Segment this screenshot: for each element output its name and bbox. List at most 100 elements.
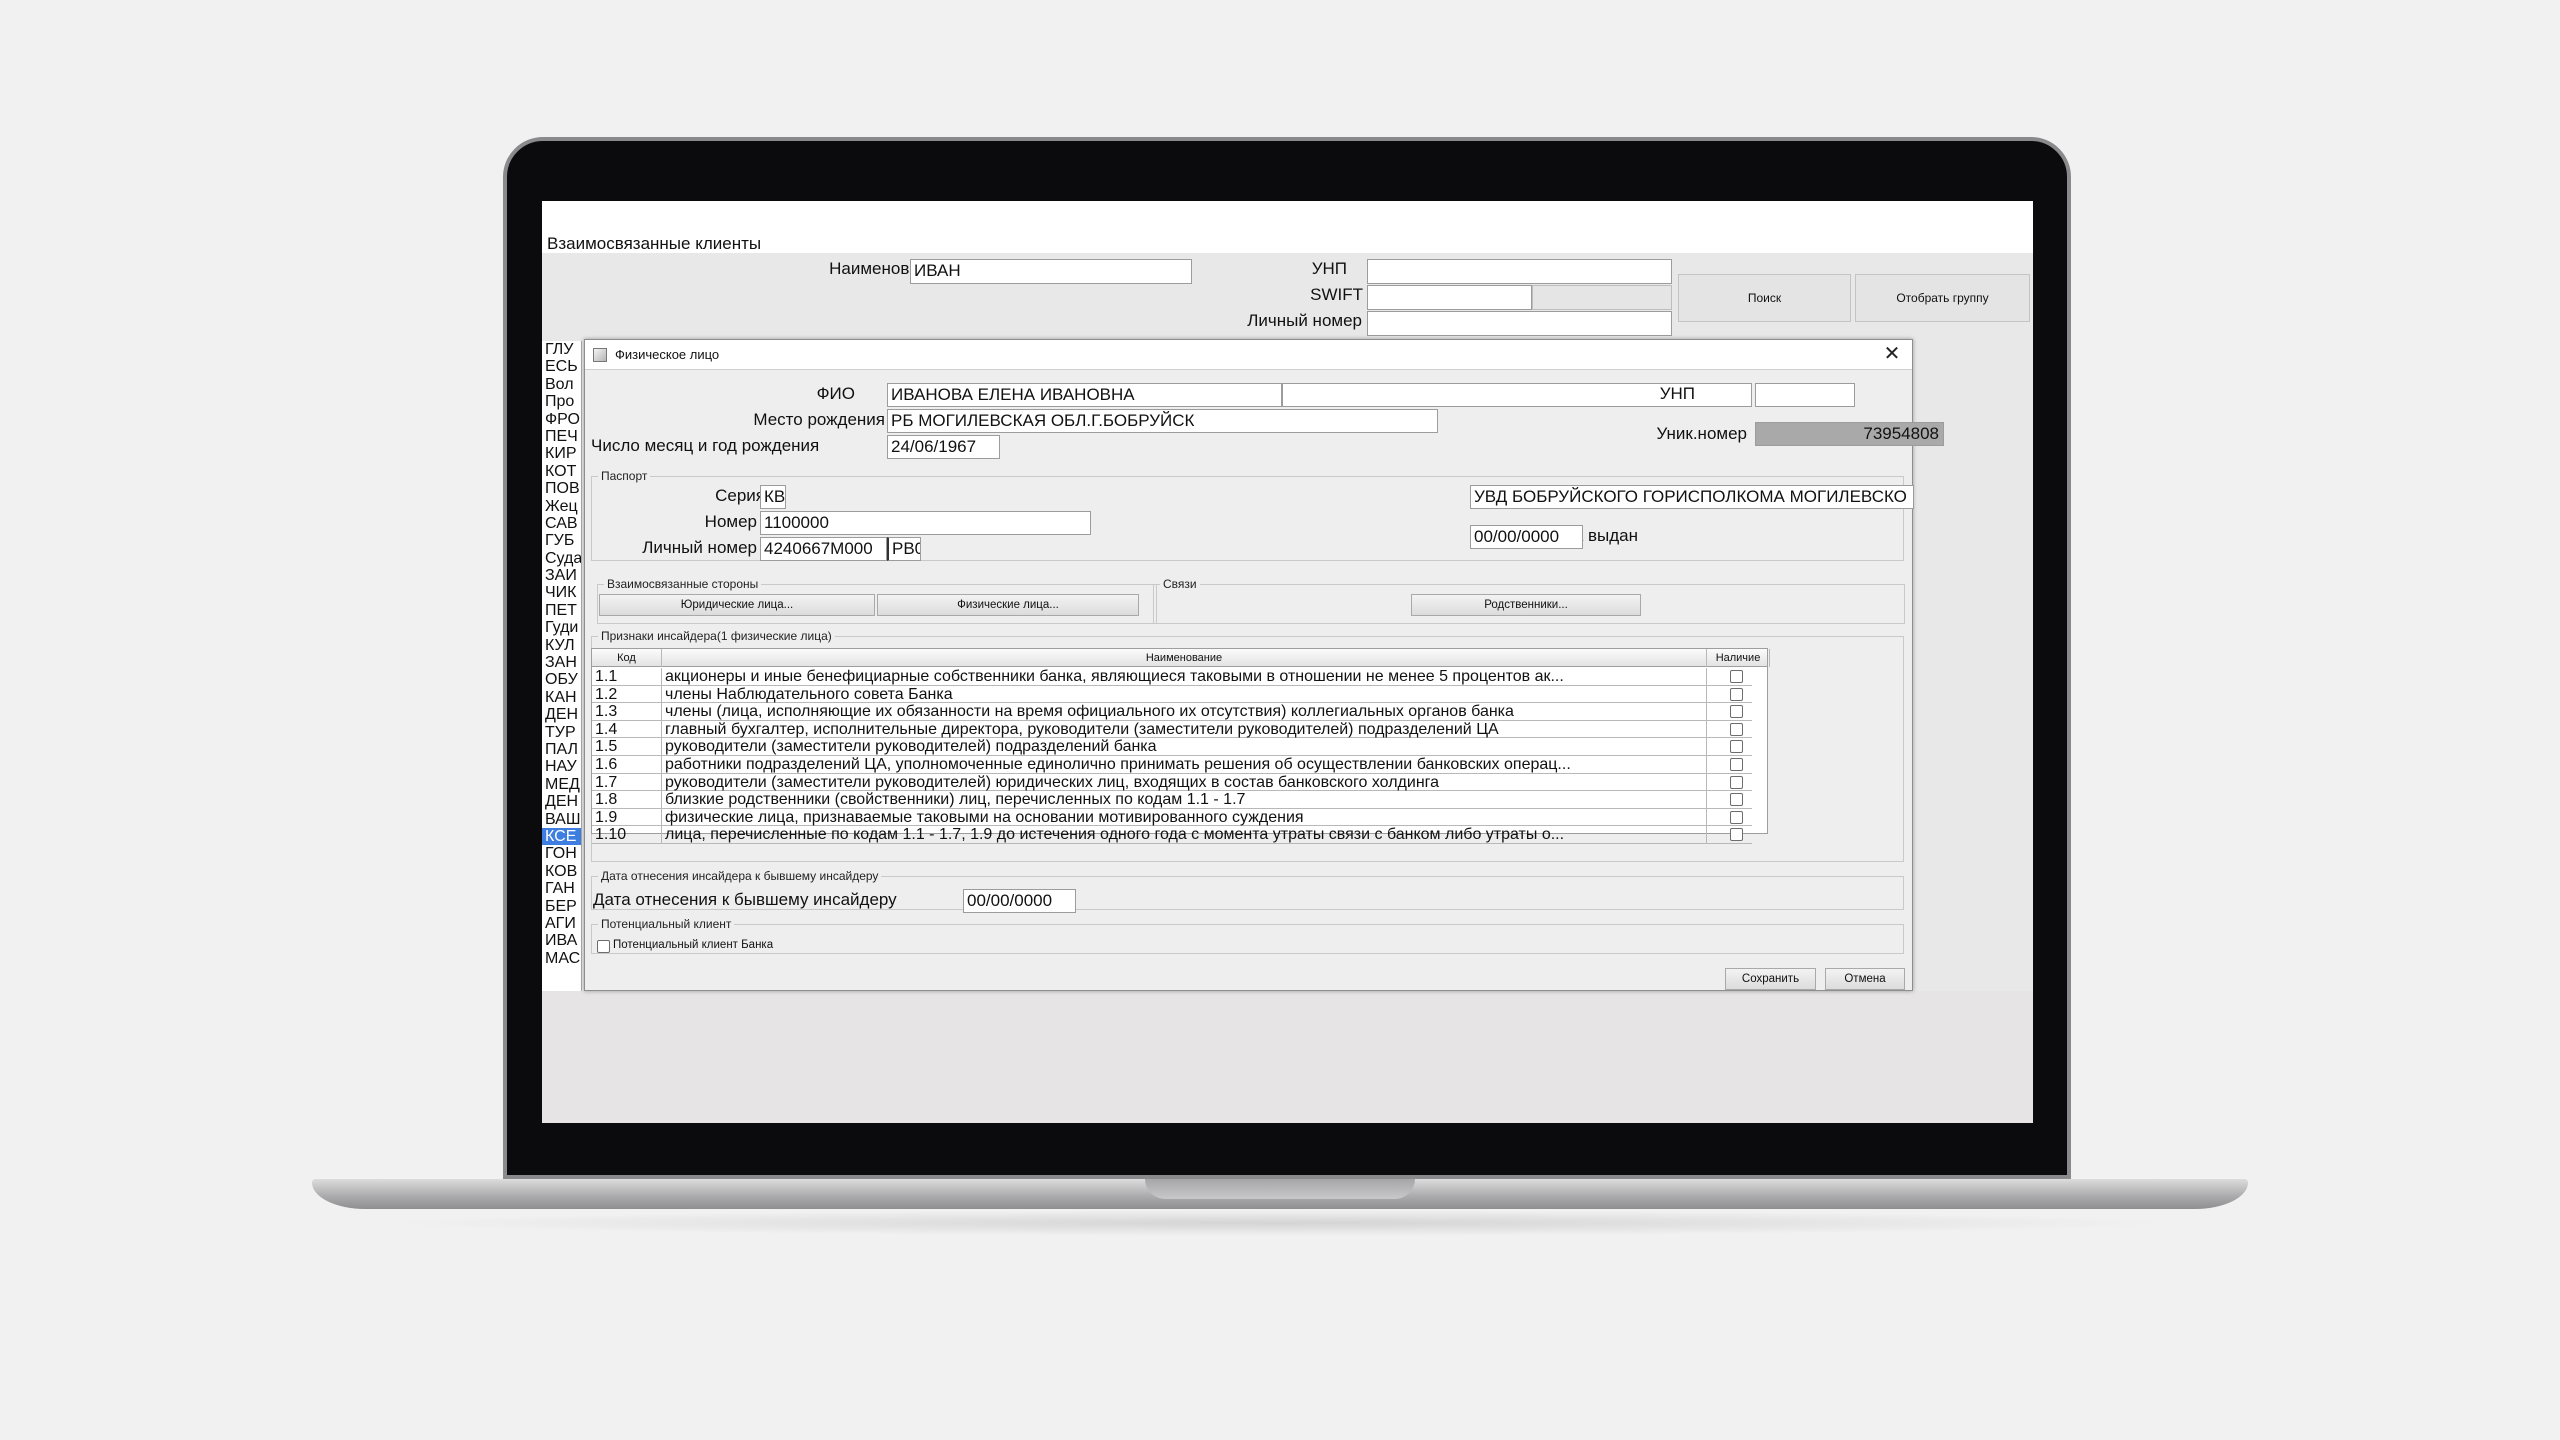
client-list-item[interactable]: ГОН	[542, 845, 581, 862]
insider-code-cell: 1.7	[592, 773, 662, 791]
insider-name-cell: акционеры и иные бенефициарные собственн…	[662, 668, 1707, 685]
table-row[interactable]: 1.10 лица, перечисленные по кодам 1.1 - 1…	[592, 826, 1752, 844]
client-list[interactable]: ГЛУ ЕСЬ Вол Про ФРО ПЕЧ КИР КОТ ПОВ Жец САВ ГУБ Суда…	[542, 341, 582, 991]
column-header-code[interactable]: Код	[592, 649, 662, 667]
client-list-item[interactable]: ГУБ	[542, 532, 581, 549]
client-list-item[interactable]: Про	[542, 393, 581, 410]
client-list-item[interactable]: Суда	[542, 550, 581, 567]
unp-input[interactable]	[1367, 259, 1672, 284]
client-list-item[interactable]: Гуди	[542, 619, 581, 636]
client-list-item[interactable]: ЧИК	[542, 584, 581, 601]
passport-number-label: Номер	[704, 512, 757, 531]
search-button[interactable]: Поиск	[1678, 274, 1851, 322]
passport-personal-number-suffix[interactable]: PB0	[887, 537, 921, 561]
client-list-item[interactable]: КУЛ	[542, 637, 581, 654]
insider-presence-checkbox[interactable]	[1730, 810, 1743, 824]
table-row[interactable]: 1.7 руководители (заместители руководител…	[592, 773, 1752, 792]
insider-code-cell: 1.1	[592, 668, 662, 685]
series-input[interactable]: КВ	[760, 485, 786, 509]
client-list-item[interactable]: ЕСЬ	[542, 358, 581, 375]
birthplace-label: Место рождения	[753, 410, 885, 429]
legal-entities-button[interactable]: Юридические лица...	[599, 594, 875, 616]
client-list-item[interactable]: САВ	[542, 515, 581, 532]
client-list-item[interactable]: ГЛУ	[542, 341, 581, 358]
client-list-item[interactable]: НАУ	[542, 758, 581, 775]
save-button[interactable]: Сохранить	[1725, 968, 1816, 990]
relatives-button[interactable]: Родственники...	[1411, 594, 1641, 616]
client-list-item[interactable]: КОВ	[542, 863, 581, 880]
select-group-button[interactable]: Отобрать группу	[1855, 274, 2030, 322]
insider-code-cell: 1.10	[592, 826, 662, 844]
client-list-item[interactable]: ПЕТ	[542, 602, 581, 619]
table-row[interactable]: 1.4 главный бухгалтер, исполнительные дир…	[592, 720, 1752, 739]
swift-input[interactable]	[1367, 285, 1532, 310]
client-list-item[interactable]: ЗАН	[542, 654, 581, 671]
table-row[interactable]: 1.9 физические лица, признаваемые таковым…	[592, 808, 1752, 827]
potential-client-group: Потенциальный клиент	[591, 917, 1904, 954]
physical-persons-button[interactable]: Физические лица...	[877, 594, 1139, 616]
table-row[interactable]: 1.2 члены Наблюдательного совета Банка	[592, 685, 1752, 704]
insider-name-cell: руководители (заместители руководителей)…	[662, 738, 1707, 756]
table-row[interactable]: 1.6 работники подразделений ЦА, уполномоч…	[592, 756, 1752, 774]
insider-code-cell: 1.2	[592, 685, 662, 703]
table-row[interactable]: 1.5 руководители (заместители руководител…	[592, 738, 1752, 756]
client-list-item[interactable]: ОБУ	[542, 671, 581, 688]
column-header-name[interactable]: Наименование	[662, 649, 1707, 667]
insider-presence-checkbox[interactable]	[1730, 705, 1743, 719]
table-row[interactable]: 1.3 члены (лица, исполняющие их обязаннос…	[592, 703, 1752, 721]
client-list-item[interactable]: ДЕН	[542, 793, 581, 810]
insider-presence-checkbox[interactable]	[1730, 740, 1743, 754]
physical-person-dialog: Физическое лицо ✕ ФИО ИВАНОВА ЕЛЕНА ИВАН…	[584, 339, 1944, 991]
insider-presence-checkbox[interactable]	[1730, 793, 1743, 807]
client-list-item[interactable]: КАН	[542, 689, 581, 706]
table-row[interactable]: 1.8 близкие родственники (свойственники) …	[592, 791, 1752, 809]
issued-date-input[interactable]: 00/00/0000	[1470, 525, 1583, 549]
birthdate-input[interactable]: 24/06/1967	[887, 435, 1000, 459]
client-list-item[interactable]: КИР	[542, 445, 581, 462]
client-list-item[interactable]: ФРО	[542, 411, 581, 428]
insider-presence-checkbox[interactable]	[1730, 758, 1743, 771]
insider-name-cell: члены Наблюдательного совета Банка	[662, 685, 1707, 703]
client-list-item[interactable]: ЗАИ	[542, 567, 581, 584]
insider-name-cell: работники подразделений ЦА, уполномоченн…	[662, 756, 1707, 773]
client-list-item[interactable]: ИВА	[542, 932, 581, 949]
former-insider-date-input[interactable]: 00/00/0000	[963, 889, 1076, 913]
insider-presence-checkbox[interactable]	[1730, 687, 1743, 701]
client-list-item[interactable]: КОТ	[542, 463, 581, 480]
background-lower-panel	[542, 991, 2033, 1123]
client-list-item[interactable]: ДЕН	[542, 706, 581, 723]
cancel-button[interactable]: Отмена	[1825, 968, 1905, 990]
name-input[interactable]: ИВАН	[910, 259, 1192, 284]
column-header-presence[interactable]: Наличие	[1707, 649, 1770, 667]
client-list-item[interactable]: ПАЛ	[542, 741, 581, 758]
client-list-item[interactable]: КСЕ	[542, 827, 581, 846]
client-list-item[interactable]: Вол	[542, 376, 581, 393]
insider-presence-checkbox[interactable]	[1730, 828, 1743, 842]
fio-input[interactable]: ИВАНОВА ЕЛЕНА ИВАНОВНА	[887, 383, 1282, 407]
client-list-item[interactable]: АГИ	[542, 915, 581, 932]
passport-personal-number-input[interactable]: 4240667M000	[760, 537, 887, 561]
potential-client-checkbox[interactable]	[597, 940, 610, 953]
passport-number-input[interactable]: 1100000	[760, 511, 1091, 535]
client-list-item[interactable]: ТУР	[542, 724, 581, 741]
client-list-item[interactable]: МАС	[542, 950, 581, 967]
insider-presence-checkbox[interactable]	[1730, 670, 1743, 683]
client-list-item[interactable]: ПЕЧ	[542, 428, 581, 445]
issued-by-input[interactable]: УВД БОБРУЙСКОГО ГОРИСПОЛКОМА МОГИЛЕВСКО	[1470, 485, 1914, 509]
unp-dialog-input[interactable]	[1755, 383, 1855, 407]
client-list-item[interactable]: МЕД	[542, 776, 581, 793]
client-list-item[interactable]: БЕР	[542, 898, 581, 915]
client-list-item[interactable]: ГАН	[542, 880, 581, 897]
insider-name-cell: главный бухгалтер, исполнительные директ…	[662, 720, 1707, 738]
personal-number-input[interactable]	[1367, 311, 1672, 336]
client-list-item[interactable]: ВАШ	[542, 811, 581, 828]
insider-presence-checkbox[interactable]	[1730, 775, 1743, 789]
insider-name-cell: физические лица, признаваемые таковыми н…	[662, 808, 1707, 826]
insider-presence-checkbox[interactable]	[1730, 722, 1743, 736]
client-list-item[interactable]: Жец	[542, 498, 581, 515]
links-group-title: Связи	[1160, 577, 1200, 591]
close-icon[interactable]: ✕	[1882, 343, 1902, 365]
client-list-item[interactable]: ПОВ	[542, 480, 581, 497]
table-row[interactable]: 1.1 акционеры и иные бенефициарные собств…	[592, 668, 1752, 686]
birthplace-input[interactable]: РБ МОГИЛЕВСКАЯ ОБЛ.Г.БОБРУЙСК	[887, 409, 1438, 433]
